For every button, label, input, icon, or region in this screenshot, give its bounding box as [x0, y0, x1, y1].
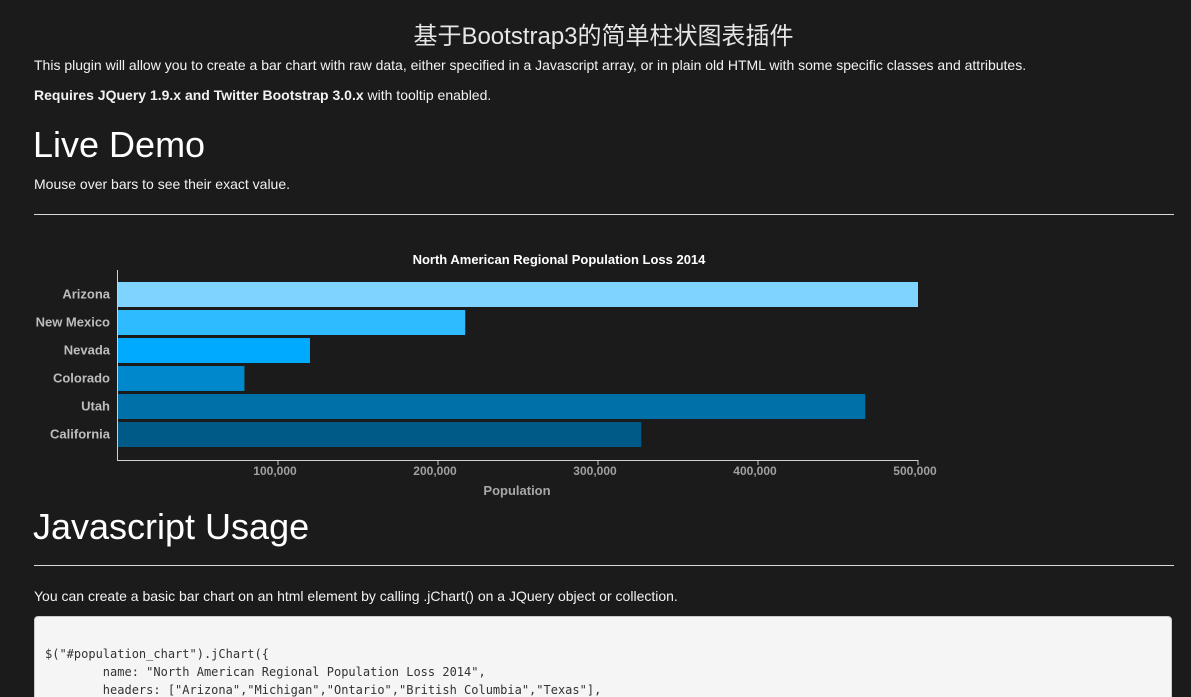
- chart-x-ticks: 100,000 200,000 300,000 400,000 500,000: [253, 460, 937, 478]
- category-label: California: [50, 427, 111, 442]
- bar-utah[interactable]: [118, 394, 866, 419]
- chart-x-axis-title: Population: [483, 483, 550, 498]
- javascript-usage-heading: Javascript Usage: [33, 506, 310, 547]
- chart-title: North American Regional Population Loss …: [413, 252, 707, 267]
- category-label: Utah: [81, 399, 110, 414]
- x-tick-label: 500,000: [893, 464, 937, 478]
- x-tick-label: 300,000: [573, 464, 617, 478]
- code-line: headers: ["Arizona","Michigan","Ontario"…: [45, 683, 602, 697]
- code-line: name: "North American Regional Populatio…: [45, 665, 486, 679]
- category-label: Arizona: [62, 287, 110, 302]
- bar-california[interactable]: [118, 422, 642, 447]
- category-label: Nevada: [64, 343, 111, 358]
- category-label: New Mexico: [36, 315, 110, 330]
- divider: [34, 565, 1174, 566]
- x-tick-label: 200,000: [413, 464, 457, 478]
- bar-arizona[interactable]: [118, 282, 918, 307]
- bar-new-mexico[interactable]: [118, 310, 466, 335]
- bar-colorado[interactable]: [118, 366, 245, 391]
- x-tick-label: 400,000: [733, 464, 777, 478]
- page: 基于Bootstrap3的简单柱状图表插件 This plugin will a…: [0, 0, 1191, 697]
- code-line: $("#population_chart").jChart({: [45, 647, 269, 661]
- code-block: $("#population_chart").jChart({ name: "N…: [34, 616, 1172, 697]
- category-label: Colorado: [53, 371, 110, 386]
- x-tick-label: 100,000: [253, 464, 297, 478]
- bar-nevada[interactable]: [118, 338, 310, 363]
- usage-text: You can create a basic bar chart on an h…: [34, 588, 678, 604]
- chart-bars: Arizona New Mexico Nevada Colorado Utah Calif…: [36, 282, 918, 447]
